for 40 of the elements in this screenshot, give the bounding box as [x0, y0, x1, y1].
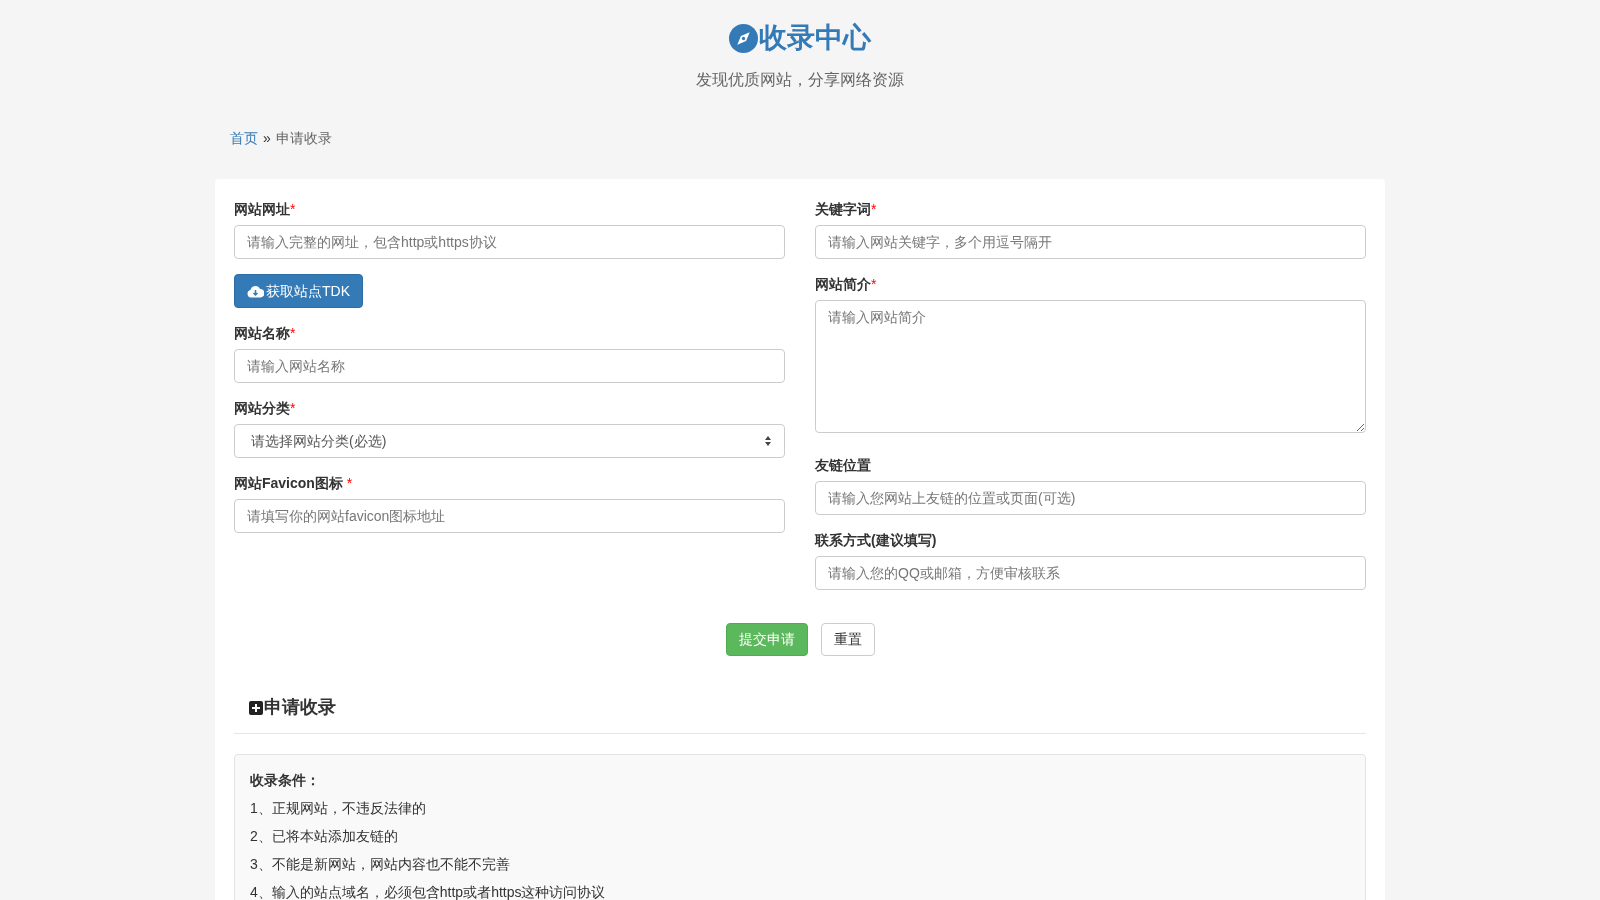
- fetch-tdk-button[interactable]: 获取站点TDK: [234, 274, 363, 308]
- required-mark: *: [290, 399, 296, 418]
- text-field[interactable]: 请输入网站名称: [234, 349, 785, 383]
- textarea-field[interactable]: 请输入网站简介: [815, 300, 1366, 433]
- required-mark: *: [290, 324, 296, 343]
- breadcrumb-link[interactable]: 首页: [230, 128, 258, 149]
- field-label: 联系方式(建议填写): [815, 531, 937, 550]
- notice-item: 1、正规网站，不违反法律的: [250, 799, 427, 818]
- field-label: 友链位置: [815, 456, 871, 475]
- required-mark: *: [346, 474, 353, 493]
- text-field[interactable]: 请输入您网站上友链的位置或页面(可选): [815, 481, 1366, 515]
- category-select[interactable]: 请选择网站分类(必选): [234, 424, 785, 458]
- breadcrumb-separator: »: [263, 129, 271, 148]
- required-mark: *: [871, 275, 877, 294]
- plus-square-icon: [249, 700, 263, 715]
- site-subtitle: 发现优质网站，分享网络资源: [696, 70, 904, 90]
- field-label: 网站简介: [815, 275, 871, 294]
- field-label: 网站名称: [234, 324, 290, 343]
- required-mark: *: [290, 200, 296, 219]
- breadcrumb-current: 申请收录: [275, 129, 332, 148]
- text-field[interactable]: 请填写你的网站favicon图标地址: [234, 499, 785, 533]
- text-field[interactable]: 请输入您的QQ或邮箱，方便审核联系: [815, 556, 1366, 590]
- cloud-download-icon: [247, 284, 264, 298]
- reset-button[interactable]: 重置: [820, 623, 875, 656]
- dropdown-arrow-icon: [764, 436, 772, 446]
- site-title: 收录中心: [759, 21, 871, 55]
- notice-title: 收录条件：: [250, 771, 321, 790]
- submit-button[interactable]: 提交申请: [725, 623, 808, 656]
- notice-item: 4、输入的站点域名，必须包含http或者https这种访问协议: [250, 883, 607, 900]
- section-title: 申请收录: [264, 696, 336, 719]
- compass-icon: [729, 23, 758, 53]
- field-label: 关键字词: [815, 200, 871, 219]
- text-field[interactable]: 请输入网站关键字，多个用逗号隔开: [815, 225, 1366, 259]
- field-label: 网站分类: [234, 399, 290, 418]
- field-label: 网站Favicon图标: [234, 474, 344, 493]
- field-label: 网站网址: [234, 200, 290, 219]
- notice-item: 2、已将本站添加友链的: [250, 827, 399, 846]
- text-field[interactable]: 请输入完整的网址，包含http或https协议: [234, 225, 785, 259]
- required-mark: *: [871, 200, 877, 219]
- notice-item: 3、不能是新网站，网站内容也不能不完善: [250, 855, 511, 874]
